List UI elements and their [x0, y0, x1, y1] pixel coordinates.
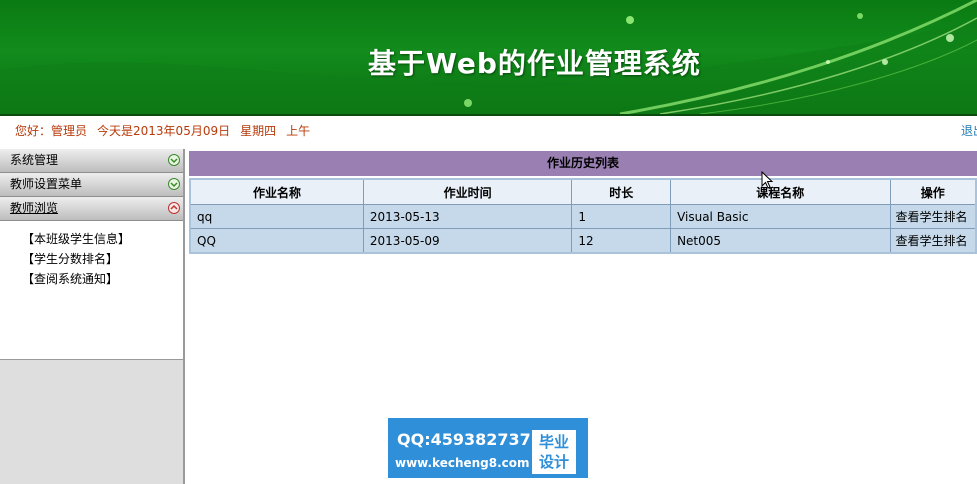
watermark-tag-line2: 设计	[538, 453, 569, 471]
column-header: 作业名称	[189, 178, 364, 205]
view-ranking-link[interactable]: 查看学生排名	[889, 228, 977, 254]
menu-system-admin[interactable]: 系统管理	[0, 149, 183, 173]
expand-icon[interactable]	[168, 178, 180, 190]
column-header: 操作	[889, 178, 977, 205]
table-header-row: 作业名称 作业时间 时长 课程名称 操作	[189, 178, 977, 205]
table-row: qq 2013-05-13 1 Visual Basic 查看学生排名	[189, 204, 977, 229]
menu-teacher-browse[interactable]: 教师浏览	[0, 197, 183, 221]
list-title: 作业历史列表	[189, 151, 977, 176]
menu-label: 教师浏览	[10, 201, 59, 215]
sidebar-item-class-students[interactable]: 【本班级学生信息】	[22, 229, 183, 249]
time-of-day: 上午	[286, 124, 311, 138]
current-weekday: 星期四	[240, 124, 277, 138]
sidebar-item-score-ranking[interactable]: 【学生分数排名】	[22, 249, 183, 269]
mouse-cursor-icon	[761, 171, 774, 189]
cell-homework-time: 2013-05-13	[362, 204, 573, 229]
homework-history-table: 作业名称 作业时间 时长 课程名称 操作 qq 2013-05-13 1 Vis…	[189, 178, 977, 254]
cell-duration: 12	[571, 228, 672, 254]
menu-label: 教师设置菜单	[10, 177, 83, 191]
expand-icon[interactable]	[168, 154, 180, 166]
sidebar: 系统管理 教师设置菜单 教师浏览 【本班级学生信息】 【学生分数排名】 【查阅系…	[0, 149, 185, 484]
greeting-line: 您好：管理员 今天是2013年05月09日 星期四 上午	[15, 122, 320, 139]
menu-teacher-settings[interactable]: 教师设置菜单	[0, 173, 183, 197]
watermark-tag-line1: 毕业	[538, 433, 569, 451]
watermark-tag: 毕业 设计	[532, 430, 576, 474]
watermark-qq: QQ:459382737	[397, 430, 531, 449]
sidebar-item-system-notices[interactable]: 【查阅系统通知】	[22, 269, 183, 289]
table-row: QQ 2013-05-09 12 Net005 查看学生排名	[189, 228, 977, 254]
cell-homework-name: qq	[189, 204, 364, 229]
cell-duration: 1	[571, 204, 672, 229]
cell-course-name: Net005	[670, 228, 891, 254]
collapse-icon[interactable]	[168, 202, 180, 214]
logout-link[interactable]: 退出	[961, 122, 977, 139]
app-title: 基于Web的作业管理系统	[368, 47, 701, 80]
user-greeting: 您好：管理员	[15, 124, 88, 138]
header-banner: 基于Web的作业管理系统	[0, 0, 977, 116]
view-ranking-link[interactable]: 查看学生排名	[889, 204, 977, 229]
current-date: 今天是2013年05月09日	[97, 124, 231, 138]
menu-label: 系统管理	[10, 153, 59, 167]
submenu-teacher-browse: 【本班级学生信息】 【学生分数排名】 【查阅系统通知】	[0, 221, 183, 360]
info-bar: 您好：管理员今天是2013年05月09日星期四上午 退出	[0, 116, 977, 148]
watermark-site: www.kecheng8.com	[395, 456, 530, 470]
watermark-badge: QQ:459382737 www.kecheng8.com 毕业 设计	[388, 418, 588, 478]
column-header: 作业时间	[362, 178, 573, 205]
column-header: 课程名称	[670, 178, 891, 205]
cell-course-name: Visual Basic	[670, 204, 891, 229]
cell-homework-name: QQ	[189, 228, 364, 254]
column-header: 时长	[571, 178, 672, 205]
cell-homework-time: 2013-05-09	[362, 228, 573, 254]
